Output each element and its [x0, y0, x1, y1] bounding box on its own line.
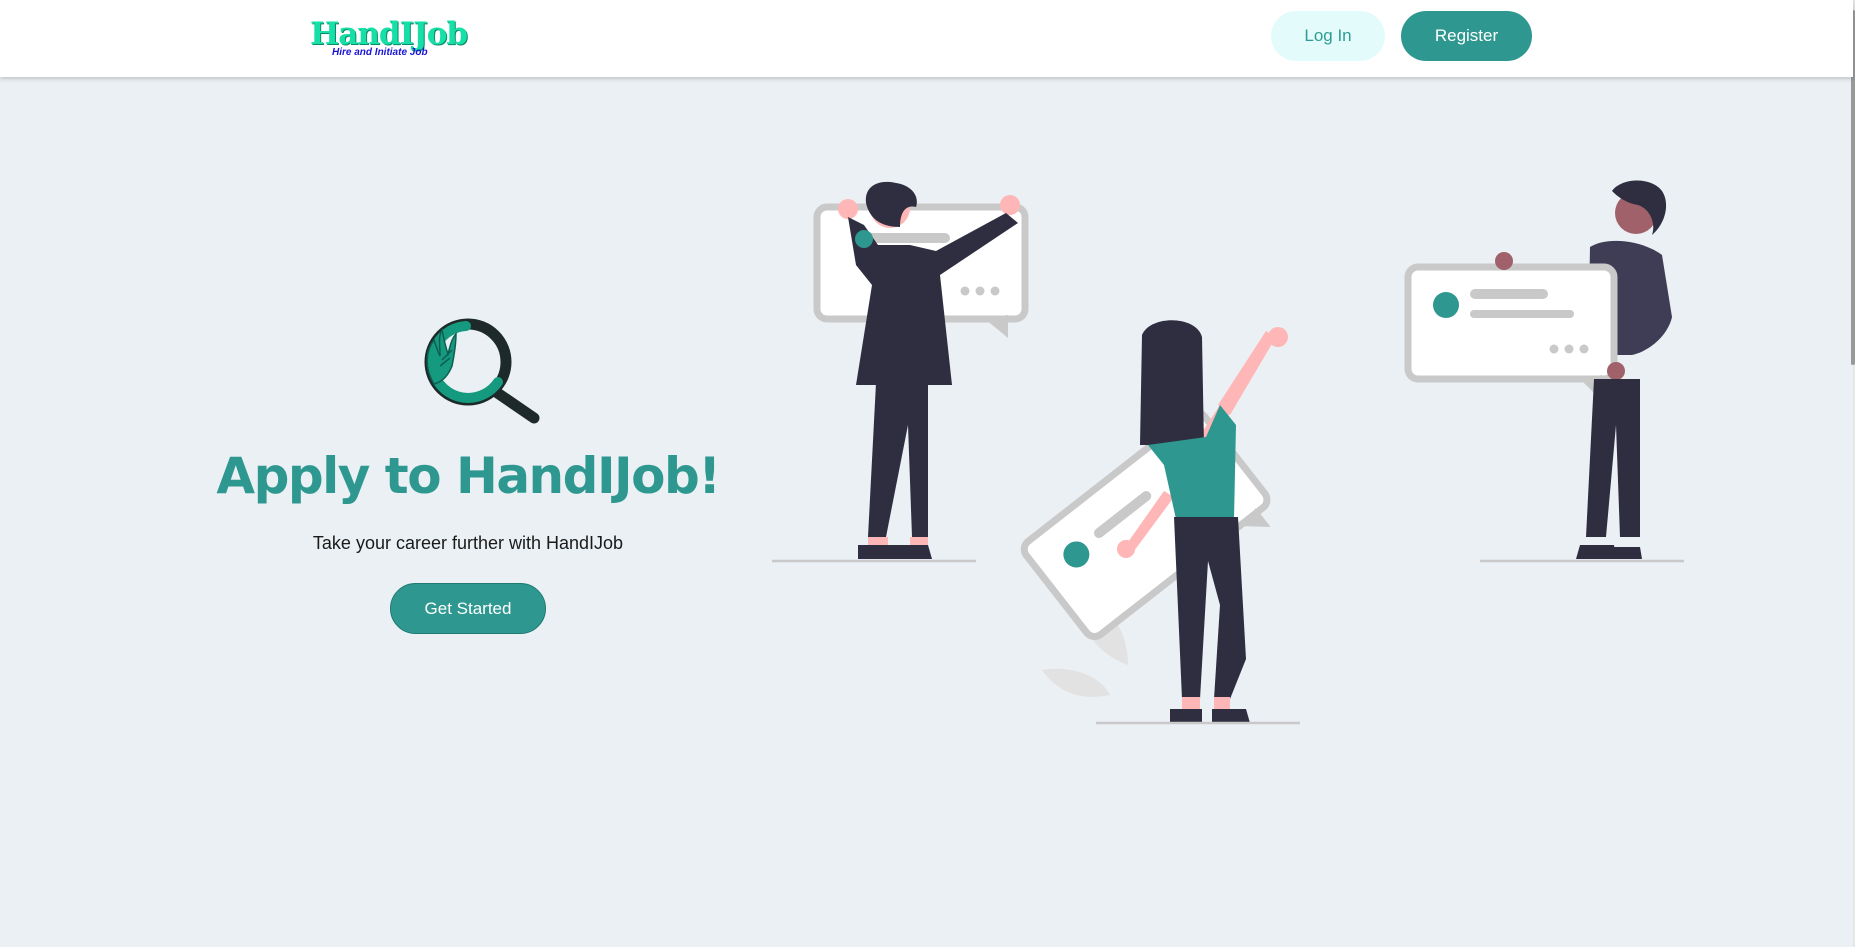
logo-title: HandIJob: [310, 16, 468, 52]
get-started-button[interactable]: Get Started: [390, 583, 546, 634]
top-navbar: HandIJob Hire and Initiate Job Log In Re…: [0, 0, 1853, 77]
hand-magnifier-logo-icon: [424, 318, 540, 424]
register-button[interactable]: Register: [1401, 11, 1532, 61]
person-middle-illustration: [1020, 320, 1300, 725]
person-left-illustration: [772, 181, 1029, 563]
person-right-illustration: [1404, 180, 1684, 563]
brand-logo[interactable]: HandIJob Hire and Initiate Job: [310, 16, 468, 62]
login-button[interactable]: Log In: [1271, 11, 1385, 61]
people-with-boards-illustration: [772, 180, 1684, 725]
logo-subtitle: Hire and Initiate Job: [332, 47, 428, 58]
hero-heading: Apply to HandIJob!: [216, 447, 721, 505]
hero-subtitle: Take your career further with HandIJob: [312, 533, 624, 553]
